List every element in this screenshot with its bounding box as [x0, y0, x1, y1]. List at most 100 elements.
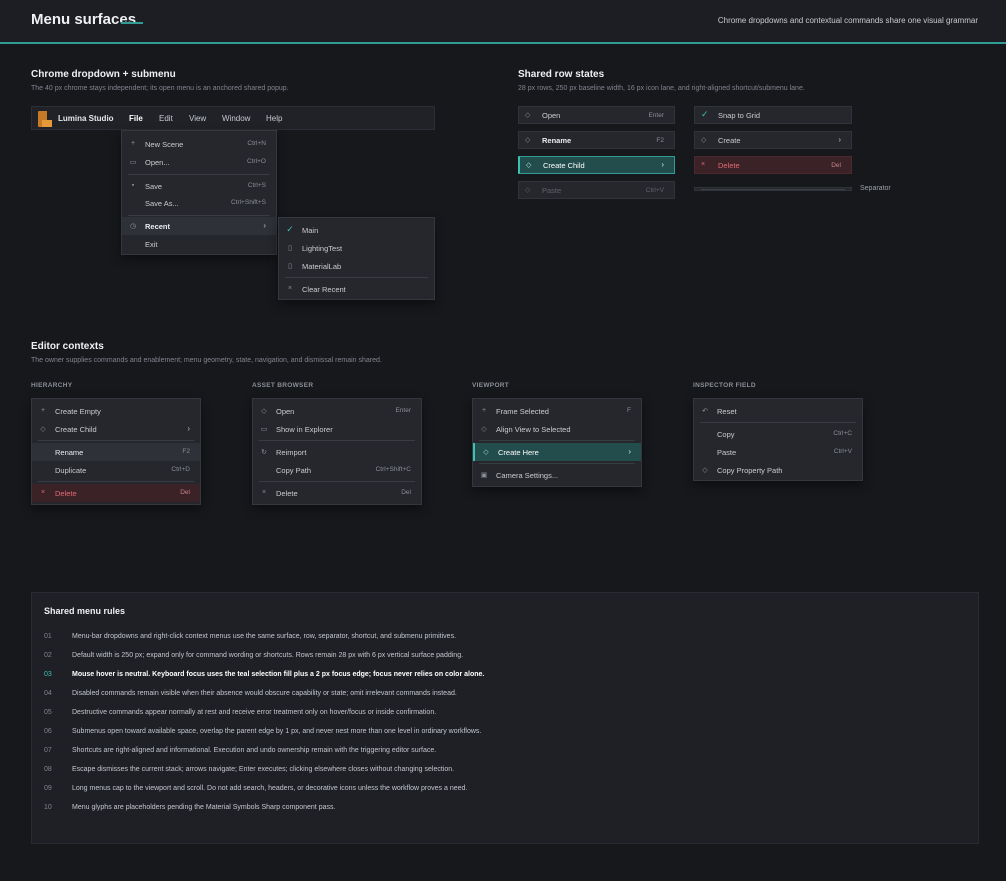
lumina-logo-icon — [38, 111, 52, 127]
menu-edit[interactable]: Edit — [159, 114, 173, 123]
state-rest[interactable]: ◇ Open Enter — [518, 106, 675, 124]
ctx-copy-property-path[interactable]: ◇ Copy Property Path — [694, 461, 862, 479]
viewport-context-menu: + Frame Selected F ◇ Align View to Selec… — [472, 398, 642, 487]
state-hover[interactable]: ◇ Rename F2 — [518, 131, 675, 149]
active-menu-indicator — [121, 22, 143, 24]
ctx-asset-open[interactable]: ◇ Open Enter — [253, 402, 421, 420]
menu-separator — [38, 481, 194, 482]
state-checked[interactable]: ✓ Snap to Grid — [694, 106, 852, 124]
separator-label: Separator — [860, 185, 891, 192]
page-title: Menu surfaces — [31, 11, 137, 28]
chevron-right-icon: › — [628, 447, 631, 456]
file-menu-popup: + New Scene Ctrl+N ▭ Open... Ctrl+O ▪ Sa… — [121, 130, 277, 255]
ctx-reimport[interactable]: ↻ Reimport — [253, 443, 421, 461]
menu-separator — [700, 422, 856, 423]
folder-icon: ▭ — [260, 426, 268, 433]
ctx-asset-delete[interactable]: × Delete Del — [253, 484, 421, 502]
recent-submenu-popup: ✓ Main ▯ LightingTest ▯ MaterialLab × Cl… — [278, 217, 435, 300]
ctx-align-view[interactable]: ◇ Align View to Selected — [473, 420, 641, 438]
menu-item-save[interactable]: ▪ Save Ctrl+S — [122, 177, 276, 195]
rules-title: Shared menu rules — [44, 606, 126, 616]
open-icon: ◇ — [261, 408, 267, 415]
contexts-section-desc: The owner supplies commands and enableme… — [31, 357, 382, 364]
contexts-section-title: Editor contexts — [31, 341, 104, 352]
chevron-right-icon: › — [838, 135, 841, 144]
file-icon: ▯ — [288, 245, 292, 252]
asset-browser-context-menu: ◇ Open Enter ▭ Show in Explorer ↻ Reimpo… — [252, 398, 422, 505]
menu-item-recent[interactable]: ◷ Recent › — [122, 217, 276, 235]
chrome-section-title: Chrome dropdown + submenu — [31, 69, 176, 80]
clock-icon: ◷ — [129, 223, 137, 230]
ctx-rename[interactable]: Rename F2 — [32, 443, 200, 461]
chevron-right-icon: › — [661, 160, 664, 169]
diamond-icon: ◇ — [483, 449, 489, 456]
diamond-icon: ◇ — [702, 467, 708, 474]
page-header: Menu surfaces Chrome dropdowns and conte… — [0, 0, 1006, 44]
ctx-camera-settings[interactable]: ▣ Camera Settings... — [473, 466, 641, 484]
menu-separator — [479, 463, 635, 464]
menu-item-new-scene[interactable]: + New Scene Ctrl+N — [122, 135, 276, 153]
shared-rules-panel: Shared menu rules 01 Menu-bar dropdowns … — [31, 592, 979, 844]
ctx-create-child[interactable]: ◇ Create Child › — [32, 420, 200, 438]
menu-separator — [38, 440, 194, 441]
menu-separator — [128, 215, 270, 216]
menu-item-save-as[interactable]: Save As... Ctrl+Shift+S — [122, 194, 276, 212]
menu-separator — [128, 174, 270, 175]
diamond-icon: ◇ — [481, 426, 487, 433]
diamond-icon: ◇ — [525, 187, 531, 194]
close-icon: × — [287, 285, 293, 292]
close-icon: × — [701, 161, 706, 168]
diamond-icon: ◇ — [40, 426, 46, 433]
state-focused[interactable]: ◇ Create Child › — [518, 156, 675, 174]
diamond-icon: ◇ — [525, 137, 531, 144]
refresh-icon: ↻ — [261, 449, 267, 456]
check-icon: ✓ — [701, 109, 709, 119]
states-section-title: Shared row states — [518, 69, 605, 80]
plus-icon: + — [130, 140, 136, 147]
menu-view[interactable]: View — [189, 114, 206, 123]
recent-item-materiallab[interactable]: ▯ MaterialLab — [279, 257, 434, 275]
diamond-icon: ◇ — [525, 112, 531, 119]
close-icon: × — [261, 489, 267, 496]
hierarchy-context-menu: + Create Empty ◇ Create Child › Rename F… — [31, 398, 201, 505]
ctx-paste[interactable]: Paste Ctrl+V — [694, 443, 862, 461]
folder-icon: ▭ — [129, 159, 137, 166]
state-destructive[interactable]: × Delete Del — [694, 156, 852, 174]
ctx-reset[interactable]: ↶ Reset — [694, 402, 862, 420]
menu-item-exit[interactable]: Exit — [122, 235, 276, 253]
ctx-create-here[interactable]: ◇ Create Here › — [473, 443, 641, 461]
menu-window[interactable]: Window — [222, 114, 250, 123]
menu-separator — [285, 277, 428, 278]
state-disabled: ◇ Paste Ctrl+V — [518, 181, 675, 199]
ctx-copy-path[interactable]: Copy Path Ctrl+Shift+C — [253, 461, 421, 479]
menu-help[interactable]: Help — [266, 114, 282, 123]
menu-item-open[interactable]: ▭ Open... Ctrl+O — [122, 153, 276, 171]
diamond-icon: ◇ — [526, 162, 532, 169]
close-icon: × — [40, 489, 46, 496]
separator-sample — [694, 187, 852, 191]
hierarchy-label: HIERARCHY — [31, 382, 73, 389]
recent-item-main[interactable]: ✓ Main — [279, 221, 434, 239]
recent-item-lightingtest[interactable]: ▯ LightingTest — [279, 239, 434, 257]
chevron-right-icon: › — [263, 221, 266, 230]
inspector-field-label: INSPECTOR FIELD — [693, 382, 756, 389]
plus-icon: + — [481, 407, 487, 414]
brand-name: Lumina Studio — [58, 114, 114, 123]
ctx-duplicate[interactable]: Duplicate Ctrl+D — [32, 461, 200, 479]
ctx-create-empty[interactable]: + Create Empty — [32, 402, 200, 420]
save-icon: ▪ — [131, 182, 135, 189]
menu-file[interactable]: File — [129, 114, 143, 123]
file-icon: ▯ — [288, 263, 292, 270]
menu-separator — [259, 481, 415, 482]
state-submenu[interactable]: ◇ Create › — [694, 131, 852, 149]
recent-item-clear[interactable]: × Clear Recent — [279, 280, 434, 298]
ctx-delete[interactable]: × Delete Del — [32, 484, 200, 502]
diamond-icon: ◇ — [701, 137, 707, 144]
ctx-show-in-explorer[interactable]: ▭ Show in Explorer — [253, 420, 421, 438]
ctx-copy[interactable]: Copy Ctrl+C — [694, 425, 862, 443]
ctx-frame-selected[interactable]: + Frame Selected F — [473, 402, 641, 420]
viewport-label: VIEWPORT — [472, 382, 510, 389]
menu-separator — [479, 440, 635, 441]
asset-browser-label: ASSET BROWSER — [252, 382, 314, 389]
undo-icon: ↶ — [702, 408, 708, 415]
